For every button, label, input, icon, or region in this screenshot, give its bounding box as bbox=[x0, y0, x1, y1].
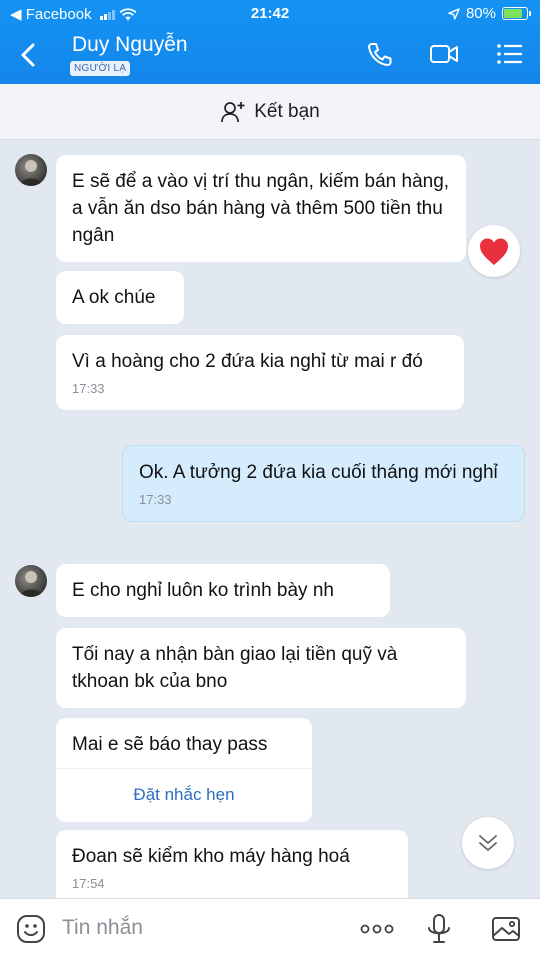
message-time: 17:54 bbox=[72, 876, 105, 891]
message-bubble[interactable]: Vì a hoàng cho 2 đứa kia nghỉ từ mai r đ… bbox=[56, 335, 464, 410]
avatar[interactable] bbox=[15, 565, 47, 597]
phone-call-icon[interactable] bbox=[364, 40, 396, 68]
message-bubble[interactable]: E cho nghỉ luôn ko trình bày nh bbox=[56, 564, 390, 617]
message-text: E cho nghỉ luôn ko trình bày nh bbox=[72, 580, 334, 601]
message-bubble[interactable]: Tối nay a nhận bàn giao lại tiền quỹ và … bbox=[56, 628, 466, 708]
status-bar: ◀ Facebook 21:42 80% bbox=[0, 0, 540, 28]
heart-reaction[interactable] bbox=[468, 225, 520, 277]
message-list[interactable]: E sẽ để a vào vị trí thu ngân, kiếm bán … bbox=[0, 140, 540, 910]
menu-list-icon[interactable] bbox=[494, 40, 526, 68]
heart-icon bbox=[480, 238, 508, 265]
message-bubble[interactable]: A ok chúe bbox=[56, 271, 184, 324]
avatar[interactable] bbox=[15, 154, 47, 186]
battery-percent: 80% bbox=[465, 5, 496, 22]
my-message-bubble[interactable]: Ok. A tưởng 2 đứa kia cuối tháng mới ngh… bbox=[122, 445, 525, 522]
message-text: A ok chúe bbox=[72, 287, 156, 308]
add-friend-button[interactable]: Kết bạn bbox=[0, 84, 540, 140]
message-text: E sẽ để a vào vị trí thu ngân, kiếm bán … bbox=[72, 171, 450, 246]
chat-header: ◀ Facebook 21:42 80% Duy Nguyễn NGƯỜI LẠ bbox=[0, 0, 540, 84]
microphone-icon[interactable] bbox=[422, 913, 456, 945]
message-text: Đoan sẽ kiểm kho máy hàng hoá bbox=[72, 846, 350, 867]
message-text: Mai e sẽ báo thay pass bbox=[72, 734, 268, 755]
video-call-icon[interactable] bbox=[428, 40, 460, 68]
back-chevron-icon[interactable] bbox=[14, 38, 44, 72]
message-text: Vì a hoàng cho 2 đứa kia nghỉ từ mai r đ… bbox=[72, 351, 423, 372]
message-text: Ok. A tưởng 2 đứa kia cuối tháng mới ngh… bbox=[139, 462, 498, 483]
message-bubble[interactable]: Mai e sẽ báo thay pass Đặt nhắc hẹn bbox=[56, 718, 312, 822]
message-bubble[interactable]: E sẽ để a vào vị trí thu ngân, kiếm bán … bbox=[56, 155, 466, 262]
message-time: 17:33 bbox=[139, 492, 172, 507]
contact-name[interactable]: Duy Nguyễn bbox=[72, 33, 188, 57]
message-text: Tối nay a nhận bàn giao lại tiền quỹ và … bbox=[72, 644, 398, 692]
sticker-emoji-icon[interactable] bbox=[14, 913, 48, 945]
status-right: 80% bbox=[448, 5, 531, 22]
battery-icon bbox=[502, 7, 531, 20]
composer: Tin nhắn bbox=[0, 898, 540, 960]
add-friend-icon bbox=[221, 101, 245, 122]
scroll-to-bottom-button[interactable] bbox=[462, 817, 514, 869]
add-friend-label: Kết bạn bbox=[254, 100, 320, 122]
image-gallery-icon[interactable] bbox=[490, 913, 524, 945]
stranger-badge: NGƯỜI LẠ bbox=[70, 61, 131, 76]
location-arrow-icon bbox=[448, 7, 460, 20]
message-time: 17:33 bbox=[72, 381, 105, 396]
set-reminder-link[interactable]: Đặt nhắc hẹn bbox=[56, 768, 312, 822]
more-options-icon[interactable] bbox=[358, 913, 396, 945]
double-chevron-down-icon bbox=[479, 835, 497, 851]
message-input[interactable]: Tin nhắn bbox=[62, 916, 143, 940]
